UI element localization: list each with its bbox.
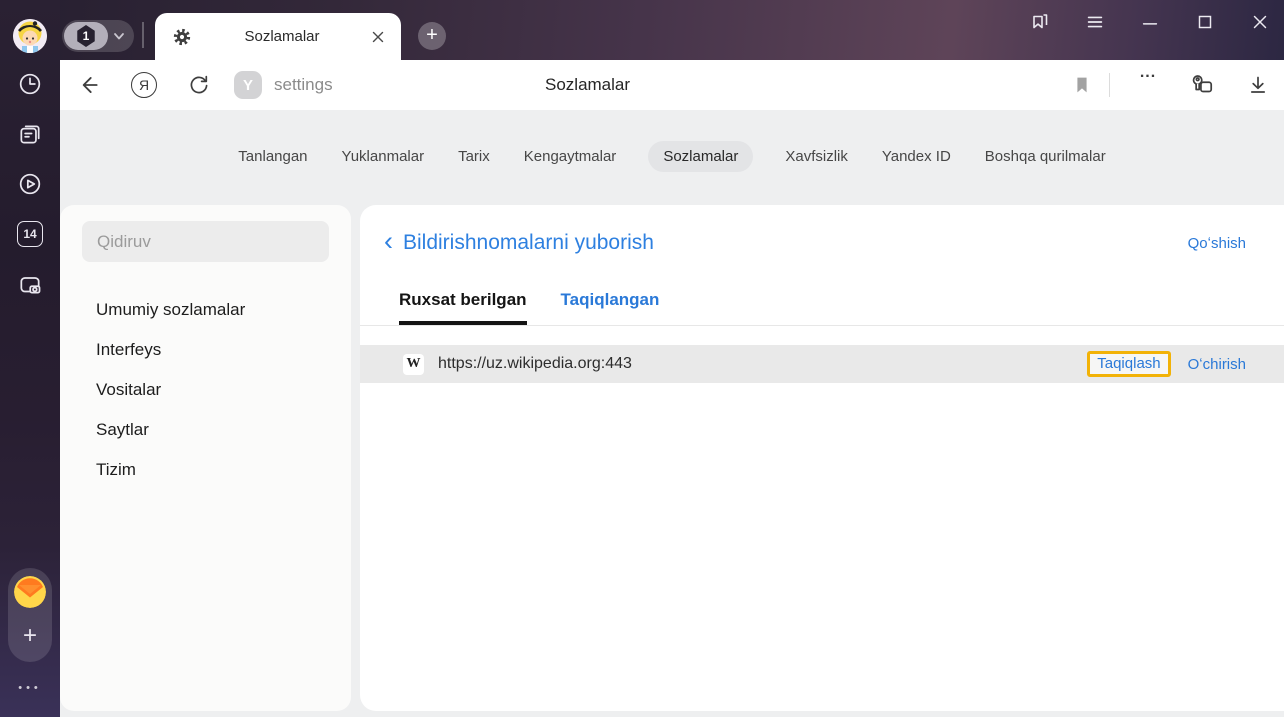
menu-interfeys[interactable]: Interfeys <box>60 330 351 370</box>
page-title: Sozlamalar <box>545 60 630 110</box>
profile-avatar[interactable] <box>13 19 47 53</box>
back-chevron-icon[interactable]: ‹ <box>384 228 393 254</box>
avatar-girl-illustration <box>13 19 47 53</box>
minimize-icon[interactable] <box>1136 8 1164 36</box>
collections-icon[interactable] <box>1026 8 1054 36</box>
feed-icon[interactable] <box>17 121 43 147</box>
highlight-annotation-box: Taqiqlash <box>1087 351 1170 377</box>
nav-kengaytmalar[interactable]: Kengaytmalar <box>522 141 619 172</box>
nav-yuklanmalar[interactable]: Yuklanmalar <box>340 141 427 172</box>
tab-group-pill[interactable]: 1 <box>62 20 134 52</box>
nav-tanlangan[interactable]: Tanlangan <box>236 141 309 172</box>
tab-title: Sozlamalar <box>193 28 371 45</box>
tab-group-counter[interactable]: 1 <box>64 22 108 50</box>
back-icon[interactable] <box>74 71 102 99</box>
video-icon[interactable] <box>17 171 43 197</box>
tab-count-badge: 1 <box>77 25 96 47</box>
chevron-down-icon[interactable] <box>111 28 127 44</box>
browser-window: 1 Sozlamalar + <box>0 0 1284 717</box>
nav-tarix[interactable]: Tarix <box>456 141 492 172</box>
permission-tabs: Ruxsat berilgan Taqiqlangan <box>399 290 659 325</box>
nav-xavfsizlik[interactable]: Xavfsizlik <box>783 141 850 172</box>
nav-yandex-id[interactable]: Yandex ID <box>880 141 953 172</box>
menu-tizim[interactable]: Tizim <box>60 450 351 490</box>
search-input[interactable] <box>82 221 329 262</box>
address-input[interactable] <box>274 60 514 110</box>
wikipedia-favicon: W <box>403 354 424 375</box>
rail-overflow-dots[interactable]: ••• <box>0 682 60 694</box>
maximize-icon[interactable] <box>1191 8 1219 36</box>
site-identity-icon[interactable]: Y <box>234 71 262 99</box>
downloads-icon[interactable] <box>1244 71 1272 99</box>
close-icon[interactable] <box>1246 8 1274 36</box>
passwords-icon[interactable] <box>1188 71 1216 99</box>
settings-search[interactable] <box>82 221 329 262</box>
reload-icon[interactable] <box>185 71 213 99</box>
tab-ruxsat-berilgan[interactable]: Ruxsat berilgan <box>399 290 527 325</box>
history-icon[interactable] <box>17 71 43 97</box>
settings-sidebar: Umumiy sozlamalar Interfeys Vositalar Sa… <box>60 205 351 711</box>
remove-link[interactable]: Oʻchirish <box>1188 356 1246 373</box>
add-site-link[interactable]: Qoʻshish <box>1188 235 1246 252</box>
menu-umumiy-sozlamalar[interactable]: Umumiy sozlamalar <box>60 290 351 330</box>
browser-toolbar: Я Y Sozlamalar ... <box>60 60 1284 110</box>
site-url: https://uz.wikipedia.org:443 <box>438 355 632 373</box>
settings-nav: Tanlangan Yuklanmalar Tarix Kengaytmalar… <box>60 141 1284 172</box>
screenshot-icon[interactable] <box>17 272 43 298</box>
tab-taqiqlangan[interactable]: Taqiqlangan <box>561 290 660 325</box>
mail-icon[interactable] <box>14 576 46 608</box>
toolbar-divider <box>1109 73 1110 97</box>
menu-saytlar[interactable]: Saytlar <box>60 410 351 450</box>
browser-tab-settings[interactable]: Sozlamalar <box>155 13 401 60</box>
new-tab-button[interactable]: + <box>418 22 446 50</box>
section-title[interactable]: Bildirishnomalarni yuborish <box>403 231 654 255</box>
yandex-logo-icon[interactable]: Я <box>131 72 157 98</box>
menu-vositalar[interactable]: Vositalar <box>60 370 351 410</box>
settings-content: ‹ Bildirishnomalarni yuborish Qoʻshish R… <box>360 205 1284 711</box>
ban-link[interactable]: Taqiqlash <box>1097 355 1160 372</box>
nav-boshqa-qurilmalar[interactable]: Boshqa qurilmalar <box>983 141 1108 172</box>
menu-icon[interactable] <box>1081 8 1109 36</box>
bookmark-icon[interactable] <box>1068 71 1096 99</box>
tab-close-icon[interactable] <box>371 30 385 44</box>
gear-icon <box>171 26 193 48</box>
permission-row[interactable]: W https://uz.wikipedia.org:443 Taqiqlash… <box>360 345 1284 383</box>
more-icon[interactable]: ... <box>1134 64 1162 92</box>
calendar-icon[interactable]: 14 <box>17 221 43 247</box>
tabstrip-divider <box>142 22 144 48</box>
rail-widget-pill: + <box>8 568 52 662</box>
nav-sozlamalar[interactable]: Sozlamalar <box>648 141 753 172</box>
add-panel-icon[interactable]: + <box>8 616 52 656</box>
tabs-divider <box>360 325 1284 326</box>
